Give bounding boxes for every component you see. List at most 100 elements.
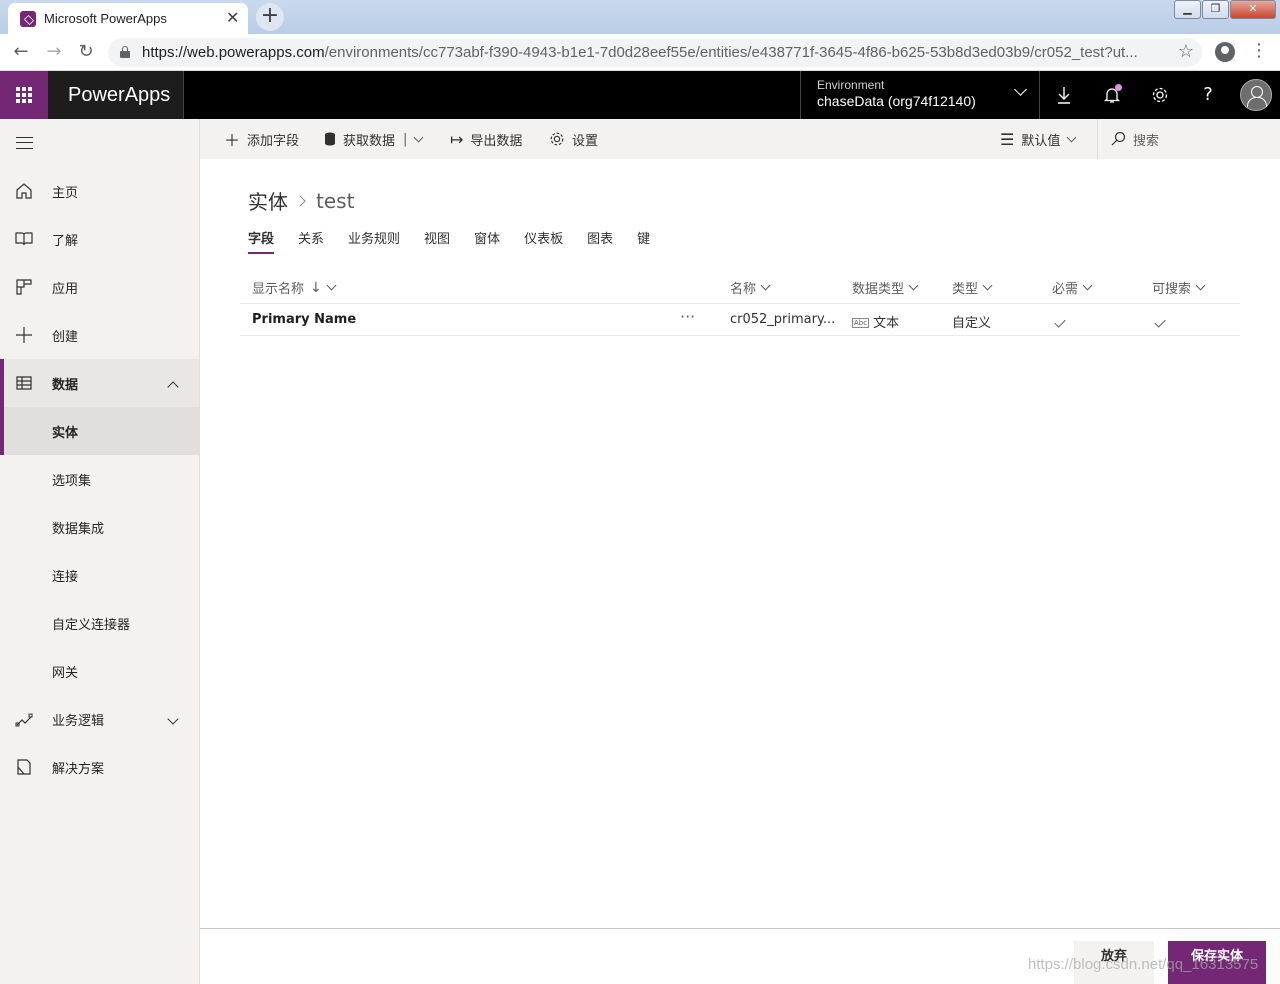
column-header-display-name[interactable]: 显示名称 ↓: [252, 278, 337, 297]
minimize-button[interactable]: ▁: [1174, 0, 1201, 19]
export-data-button[interactable]: ↦ 导出数据: [450, 119, 522, 159]
database-icon: [325, 132, 335, 146]
chevron-up-icon: [167, 381, 179, 393]
export-arrow-icon: ↦: [450, 129, 464, 149]
nav-item-label: 数据集成: [52, 522, 105, 537]
nav-item-learn[interactable]: 了解: [0, 215, 199, 263]
nav-item-apps[interactable]: 应用: [0, 263, 199, 311]
app-launcher-button[interactable]: [0, 71, 48, 119]
nav-item-label: 解决方案: [52, 762, 105, 777]
lock-icon: [120, 46, 130, 58]
nav-item-option-sets[interactable]: 选项集: [0, 455, 199, 503]
tab-dashboards[interactable]: 仪表板: [524, 228, 563, 254]
chevron-down-icon: [167, 713, 179, 725]
environment-picker[interactable]: Environment chaseData (org74f12140): [800, 71, 1040, 119]
browser-tab[interactable]: Microsoft PowerApps ✕: [8, 3, 248, 34]
back-arrow-icon[interactable]: ←: [9, 40, 33, 64]
view-selector[interactable]: ☰ 默认值: [1000, 119, 1077, 159]
help-button[interactable]: ?: [1184, 71, 1232, 119]
bookmark-star-icon[interactable]: ☆: [1178, 41, 1194, 62]
nav-item-home[interactable]: 主页: [0, 167, 199, 215]
command-bar: ＋ 添加字段 获取数据 | ↦ 导出数据 设置 ☰ 默认值 搜索: [200, 119, 1280, 159]
notifications-button[interactable]: [1088, 71, 1136, 119]
app-name[interactable]: PowerApps: [48, 71, 184, 119]
tab-charts[interactable]: 图表: [587, 228, 613, 254]
powerapps-favicon-icon: [20, 11, 36, 27]
table-icon: [16, 376, 32, 390]
chevron-down-icon[interactable]: [413, 132, 424, 142]
left-nav: 主页 了解 应用 创建 数据 实体 选项集 数据集成 连接 自定义连接器 网关 …: [0, 119, 200, 984]
tab-views[interactable]: 视图: [424, 228, 450, 254]
settings-command-button[interactable]: 设置: [549, 119, 598, 159]
tab-relationships[interactable]: 关系: [298, 228, 324, 254]
search-icon: [1111, 131, 1126, 146]
table-row[interactable]: Primary Name ··· cr052_primary... Abc 文本 …: [240, 304, 1240, 336]
column-header-required[interactable]: 必需: [1052, 278, 1093, 297]
address-bar[interactable]: https://web.powerapps.com/environments/c…: [108, 38, 1202, 67]
nav-item-label: 选项集: [52, 474, 92, 489]
searchable-check-icon: [1154, 314, 1166, 329]
nav-item-label: 业务逻辑: [52, 714, 105, 729]
nav-item-connections[interactable]: 连接: [0, 551, 199, 599]
new-tab-button[interactable]: +: [256, 3, 284, 31]
column-header-name[interactable]: 名称: [730, 278, 771, 297]
nav-item-business-logic[interactable]: 业务逻辑: [0, 695, 199, 743]
breadcrumb-entities[interactable]: 实体: [248, 186, 288, 215]
field-name: cr052_primary...: [730, 312, 836, 327]
nav-item-custom-connectors[interactable]: 自定义连接器: [0, 599, 199, 647]
nav-item-label: 创建: [52, 330, 79, 345]
breadcrumb-current: test: [316, 188, 355, 213]
question-icon: ?: [1203, 84, 1213, 105]
book-icon: [15, 232, 33, 246]
nav-item-gateways[interactable]: 网关: [0, 647, 199, 695]
column-header-type[interactable]: 类型: [952, 278, 993, 297]
column-header-data-type[interactable]: 数据类型: [852, 278, 919, 297]
chevron-down-icon: [1082, 280, 1093, 291]
search-inner: 搜索: [1110, 119, 1159, 159]
tab-keys[interactable]: 键: [637, 228, 650, 254]
plus-icon: [16, 327, 32, 343]
nav-item-label: 主页: [52, 186, 79, 201]
add-field-button[interactable]: ＋ 添加字段: [224, 119, 299, 159]
user-avatar[interactable]: [1240, 79, 1272, 111]
download-button[interactable]: [1040, 71, 1088, 119]
nav-item-data-integration[interactable]: 数据集成: [0, 503, 199, 551]
close-tab-icon[interactable]: ✕: [226, 8, 239, 27]
search-box[interactable]: 搜索: [1097, 119, 1280, 159]
nav-item-entities[interactable]: 实体: [0, 407, 199, 455]
get-data-button[interactable]: 获取数据 |: [324, 119, 424, 159]
more-options-icon[interactable]: ···: [680, 307, 695, 326]
download-icon: [1058, 87, 1070, 104]
browser-profile-icon[interactable]: [1215, 42, 1235, 62]
reload-icon[interactable]: ↻: [74, 40, 98, 64]
chevron-down-icon: [982, 280, 993, 291]
chevron-down-icon: [908, 280, 919, 291]
column-header-searchable[interactable]: 可搜索: [1152, 278, 1206, 297]
nav-item-data[interactable]: 数据: [0, 359, 199, 407]
gear-icon: [550, 132, 564, 146]
tab-business-rules[interactable]: 业务规则: [348, 228, 400, 254]
tab-fields[interactable]: 字段: [248, 228, 275, 254]
nav-item-create[interactable]: 创建: [0, 311, 199, 359]
restore-button[interactable]: ❐: [1202, 0, 1229, 19]
hamburger-menu-icon[interactable]: [16, 137, 33, 149]
breadcrumb: 实体 test: [248, 186, 354, 215]
environment-name: chaseData (org74f12140): [817, 93, 976, 109]
nav-item-label: 数据: [52, 378, 79, 393]
flow-icon: [15, 713, 33, 727]
environment-label: Environment: [817, 78, 885, 92]
url-text: https://web.powerapps.com/environments/c…: [142, 44, 1138, 61]
field-display-name[interactable]: Primary Name: [252, 312, 356, 327]
nav-item-label: 网关: [52, 666, 79, 681]
chevron-down-icon: [1195, 280, 1206, 291]
settings-button[interactable]: [1136, 71, 1184, 119]
nav-item-solutions[interactable]: 解决方案: [0, 743, 199, 791]
tab-forms[interactable]: 窗体: [474, 228, 500, 254]
close-window-button[interactable]: ✕: [1230, 0, 1276, 19]
browser-menu-icon[interactable]: ⋮: [1250, 41, 1268, 61]
nav-item-label: 了解: [52, 234, 79, 249]
home-icon: [16, 183, 32, 199]
nav-item-label: 自定义连接器: [52, 618, 131, 633]
forward-arrow-icon[interactable]: →: [42, 40, 66, 64]
browser-tab-title: Microsoft PowerApps: [44, 11, 167, 26]
